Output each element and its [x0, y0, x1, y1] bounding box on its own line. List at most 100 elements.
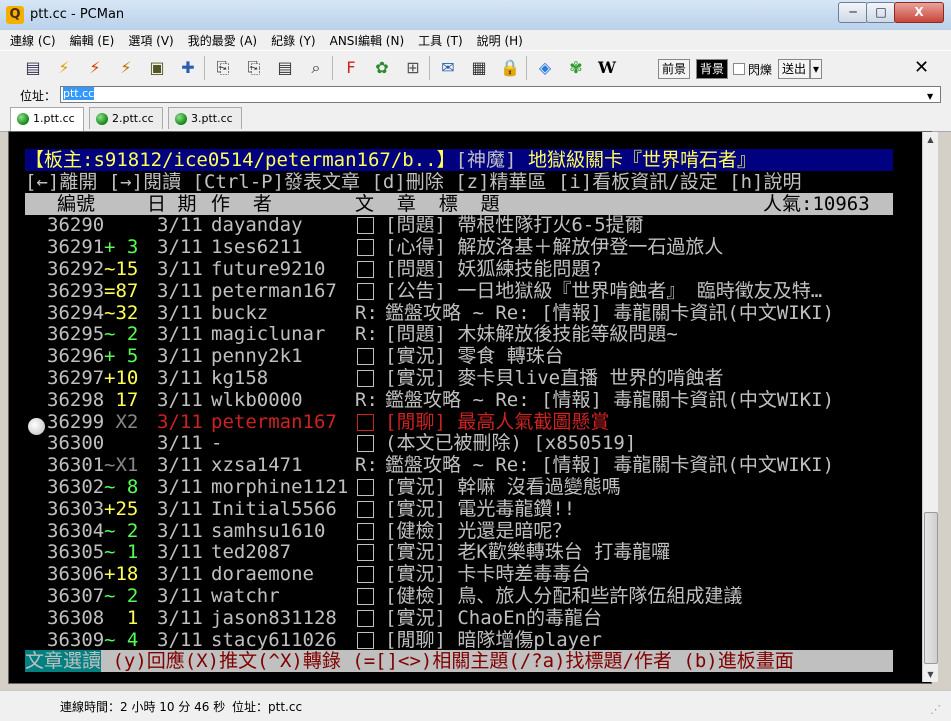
- article-row[interactable]: 36302 ~ 8 3/11 morphine1121 [實況] 幹嘛 沒看過變態嗎: [9, 476, 931, 498]
- article-row[interactable]: 36291 + 3 3/11 1ses6211 [心得] 解放洛基＋解放伊登一石過旅人: [9, 236, 931, 258]
- add-favorite-icon[interactable]: ✚: [177, 57, 199, 79]
- article-row[interactable]: 36294 ~32 3/11 buckz R: 鑑盤攻略 ~ Re: [情報] 毒龍關卡資…: [9, 302, 931, 324]
- vertical-scrollbar[interactable]: ▲ ▼: [922, 132, 938, 682]
- command-footer: 文章選讀 (y)回應(X)推文(^X)轉錄 (=[]<>)相關主題(/?a)找標…: [25, 650, 893, 673]
- unread-box-icon: [357, 522, 374, 540]
- article-row[interactable]: 36300 3/11- (本文已被刪除) [x850519]: [9, 432, 931, 454]
- article-author: jason831128: [211, 606, 337, 629]
- settings-icon[interactable]: ✿: [371, 57, 393, 79]
- lock-icon[interactable]: 🔒: [499, 57, 521, 79]
- address-value: ptt.cc: [63, 87, 95, 100]
- paste-icon[interactable]: ⎘: [243, 57, 265, 79]
- tab-1[interactable]: 1.ptt.cc: [10, 107, 84, 131]
- address-bar: 位址： ptt.cc ▼: [0, 84, 951, 105]
- menu-item-3[interactable]: 我的最愛 (A): [188, 32, 257, 49]
- article-title: 鑑盤攻略 ~ Re: [情報] 毒龍關卡資訊(中文WIKI): [385, 388, 835, 411]
- article-author: watchr: [211, 585, 280, 607]
- address-book-icon[interactable]: ▤: [22, 57, 44, 79]
- menu-item-2[interactable]: 選項 (V): [128, 32, 173, 49]
- article-row[interactable]: 36297 +10 3/11 kg158 [實況] 麥卡貝live直播 世界的啃蝕者: [9, 367, 931, 389]
- resize-grip-icon[interactable]: ⋰: [930, 703, 941, 716]
- scroll-down-icon[interactable]: ▼: [923, 667, 938, 682]
- column-header: 編號 日 期作 者 文 章 標 題 人氣:10963: [25, 192, 893, 215]
- menu-item-1[interactable]: 編輯 (E): [70, 32, 115, 49]
- article-title: [實況] ChaoEn的毒龍台: [385, 606, 602, 629]
- scroll-up-icon[interactable]: ▲: [923, 132, 938, 147]
- menu-item-6[interactable]: 工具 (T): [418, 32, 463, 49]
- send-dropdown-icon[interactable]: ▾: [810, 59, 823, 79]
- article-number: 36298: [47, 388, 105, 411]
- article-row[interactable]: 36308 1 3/11 jason831128 [實況] ChaoEn的毒龍台: [9, 607, 931, 629]
- menu-bar: 連線 (C) 編輯 (E) 選項 (V) 我的最愛 (A) 紀錄 (Y) ANSI編輯 (…: [0, 30, 951, 50]
- reconnect-icon[interactable]: ⚡: [115, 57, 137, 79]
- article-row[interactable]: 36298 17 3/11 wlkb0000 R: 鑑盤攻略 ~ Re: [情報] 毒龍…: [9, 389, 931, 411]
- board-title: 地獄級關卡『世界啃石者』: [516, 149, 756, 171]
- column-num: 編號: [57, 192, 96, 215]
- toolbar-separator: [526, 56, 527, 80]
- menu-item-5[interactable]: ANSI編輯 (N): [330, 32, 405, 49]
- address-input[interactable]: ptt.cc: [60, 86, 941, 103]
- article-number: 36307: [47, 585, 105, 607]
- article-date: 3/11: [157, 410, 203, 433]
- mouse-cursor-icon: [28, 418, 45, 435]
- article-row[interactable]: 36304 ~ 2 3/11 samhsu1610 [健檢] 光還是暗呢？: [9, 520, 931, 542]
- article-date: 3/11: [157, 258, 203, 280]
- disconnect-icon[interactable]: ⚡: [84, 57, 106, 79]
- mail-icon[interactable]: ✉: [437, 57, 459, 79]
- unread-box-icon: [357, 370, 374, 387]
- send-button[interactable]: 送出: [778, 59, 811, 79]
- close-window-button[interactable]: X: [894, 2, 944, 23]
- close-tab-icon[interactable]: ✕: [914, 57, 929, 78]
- foreground-color-button[interactable]: 前景: [658, 59, 691, 79]
- pcman-app-icon[interactable]: Q: [6, 6, 24, 24]
- scroll-thumb[interactable]: [924, 512, 938, 664]
- article-row[interactable]: 36303 +25 3/11 Initial5566 [實況] 電光毒龍鑽!!: [9, 498, 931, 520]
- preview-icon[interactable]: ⌕: [305, 57, 327, 79]
- browser-icon[interactable]: ◈: [534, 57, 556, 79]
- ansi-editor-icon[interactable]: ▦: [468, 57, 490, 79]
- fullscreen-icon[interactable]: ⊞: [402, 57, 424, 79]
- unread-box-icon: [357, 239, 374, 257]
- article-title: [實況] 老K歡樂轉珠台 打毒龍囉: [385, 541, 671, 564]
- close-connection-icon[interactable]: ▣: [146, 57, 168, 79]
- unread-box-icon: [357, 413, 374, 431]
- menu-item-4[interactable]: 紀錄 (Y): [271, 32, 316, 49]
- copy-ansi-icon[interactable]: ▤: [274, 57, 296, 79]
- article-date: 3/11: [157, 563, 203, 586]
- article-row[interactable]: 36309 ~ 4 3/11 stacy611026 [閒聊] 暗隊增傷player: [9, 629, 931, 651]
- address-dropdown-icon[interactable]: ▼: [927, 92, 933, 101]
- article-number: 36290: [47, 214, 105, 237]
- article-row[interactable]: 36299 X2 3/11 peterman167 [閒聊] 最高人氣截圖懸賞: [9, 411, 931, 433]
- article-row[interactable]: 36307 ~ 2 3/11 watchr [健檢] 鳥、旅人分配和些許隊伍組成建議: [9, 585, 931, 607]
- column-author: 作 者: [211, 192, 272, 215]
- menu-item-7[interactable]: 說明 (H): [477, 32, 523, 49]
- maximize-button[interactable]: □: [866, 2, 896, 23]
- article-row[interactable]: 36301 ~X1 3/11 xzsa1471 R: 鑑盤攻略 ~ Re: [情報] 毒龍…: [9, 454, 931, 476]
- article-number: 36296: [47, 345, 105, 368]
- tab-3[interactable]: 3.ptt.cc: [168, 107, 242, 129]
- article-row[interactable]: 36296 + 5 3/11 penny2k1 [實況] 零食 轉珠台: [9, 345, 931, 367]
- tab-2[interactable]: 2.ptt.cc: [89, 107, 163, 129]
- article-row[interactable]: 36293 =87 3/11 peterman167 [公告] 一日地獄級『世界啃蝕者』…: [9, 280, 931, 302]
- article-number: 36302: [47, 476, 105, 498]
- font-icon[interactable]: F: [340, 57, 362, 79]
- article-date: 3/11: [157, 323, 203, 346]
- article-author: samhsu1610: [211, 519, 326, 542]
- article-row[interactable]: 36292 ~15 3/11 future9210 [問題] 妖狐練技能問題?: [9, 258, 931, 280]
- emoticon-icon[interactable]: ✾: [565, 57, 587, 79]
- toolbar-separator: [332, 56, 333, 80]
- minimize-button[interactable]: ─: [838, 2, 868, 23]
- copy-icon[interactable]: ⎘: [212, 57, 234, 79]
- article-row[interactable]: 36306 +18 3/11 doraemone [實況] 卡卡時差毒毒台: [9, 563, 931, 585]
- blink-checkbox[interactable]: [733, 63, 745, 75]
- article-row[interactable]: 36295 ~ 2 3/11 magiclunar R: [問題] 木妹解放後技能等級問題…: [9, 323, 931, 345]
- background-color-button[interactable]: 背景: [696, 59, 729, 79]
- terminal-screen[interactable]: 【板主:s91812/ice0514/peterman167/b..】[神魔] …: [8, 131, 932, 684]
- wikipedia-icon[interactable]: W: [596, 57, 618, 79]
- connect-icon[interactable]: ⚡: [53, 57, 75, 79]
- article-row[interactable]: 36305 ~ 1 3/11 ted2087 [實況] 老K歡樂轉珠台 打毒龍囉: [9, 541, 931, 563]
- article-number: 36306: [47, 563, 105, 586]
- menu-item-0[interactable]: 連線 (C): [10, 32, 56, 49]
- recommend-count: ~ 1: [104, 541, 139, 564]
- article-row[interactable]: 36290 3/11 dayanday [問題] 帶根性隊打火6-5提爾: [9, 214, 931, 236]
